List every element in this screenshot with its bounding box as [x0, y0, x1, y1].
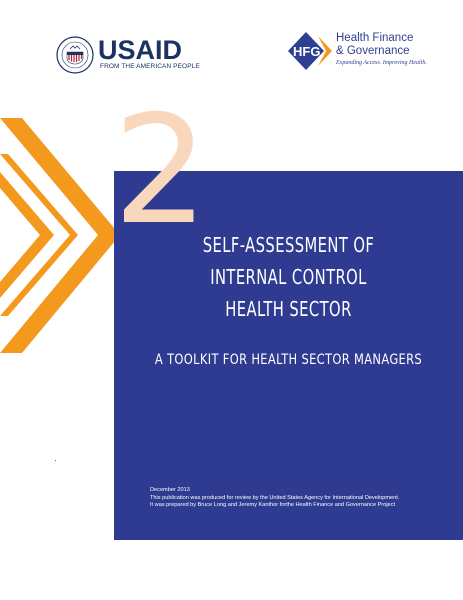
usaid-seal-icon [56, 36, 94, 74]
footer-date: December 2013 [150, 487, 190, 493]
hfg-tagline: Expanding Access. Improving Health. [336, 60, 427, 66]
usaid-wordmark: USAID [98, 35, 183, 65]
footer-line: This publication was produced for review… [150, 494, 400, 501]
orange-chevrons-graphic [0, 118, 120, 353]
hfg-name-line2: & Governance [336, 45, 410, 57]
footer-line: It was prepared by Bruce Long and Jeremy… [150, 502, 396, 508]
hfg-name-line1: Health Finance [336, 32, 414, 44]
stray-mark [55, 460, 56, 461]
hfg-logo: HFG Health Finance & Governance Expandin… [288, 30, 428, 72]
cover-title-line: SELF-ASSESSMENT OF [202, 233, 375, 257]
volume-number: 2 [113, 84, 209, 258]
svg-text:HFG: HFG [293, 44, 320, 59]
usaid-logo: USAID FROM THE AMERICAN PEOPLE [56, 35, 200, 76]
cover-footer: December 2013 This publication was produ… [150, 487, 399, 510]
cover-title-line: HEALTH SECTOR [225, 297, 352, 321]
cover-title: SELF-ASSESSMENT OF INTERNAL CONTROL HEAL… [145, 229, 431, 325]
cover-title-line: INTERNAL CONTROL [210, 265, 367, 289]
cover-subtitle: A TOOLKIT FOR HEALTH SECTOR MANAGERS [154, 352, 423, 368]
usaid-tagline: FROM THE AMERICAN PEOPLE [100, 63, 200, 70]
hfg-mark-icon: HFG [288, 32, 332, 70]
